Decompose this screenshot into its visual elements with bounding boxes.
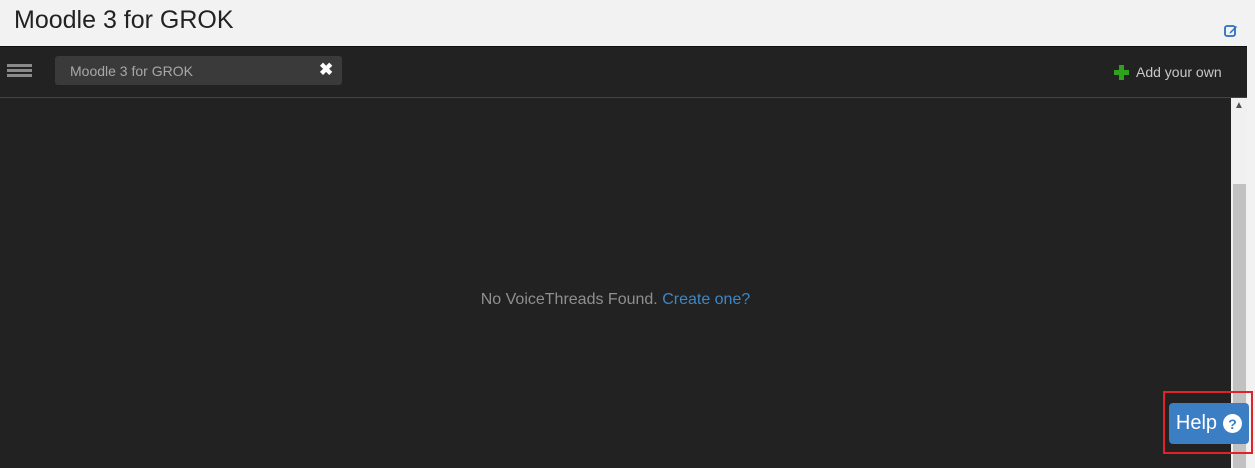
add-your-own-label: Add your own: [1136, 64, 1222, 80]
search-filter[interactable]: Moodle 3 for GROK ✖: [55, 56, 342, 85]
help-button-label: Help: [1175, 412, 1218, 434]
empty-state-text: No VoiceThreads Found.: [480, 291, 658, 308]
question-circle-icon: ?: [1223, 414, 1243, 433]
empty-state-message: No VoiceThreads Found. Create one?: [0, 291, 1231, 309]
plus-icon: [1114, 64, 1129, 80]
page-title: Moodle 3 for GROK: [14, 6, 234, 34]
toolbar: Moodle 3 for GROK ✖ Add your own: [0, 46, 1247, 98]
close-icon[interactable]: ✖: [319, 61, 333, 78]
search-filter-value: Moodle 3 for GROK: [70, 63, 193, 79]
voicethread-list-area: No VoiceThreads Found. Create one?: [0, 98, 1231, 468]
page-header: Moodle 3 for GROK: [0, 0, 1255, 46]
edit-icon[interactable]: [1224, 24, 1238, 38]
add-your-own-button[interactable]: Add your own: [1114, 62, 1222, 82]
help-button[interactable]: Help ?: [1169, 403, 1249, 444]
scroll-up-arrow-icon[interactable]: ▲: [1231, 98, 1247, 114]
create-one-link[interactable]: Create one?: [662, 291, 750, 308]
page: Moodle 3 for GROK Moodle 3 for GROK ✖ Ad…: [0, 0, 1255, 468]
hamburger-menu-icon[interactable]: [7, 64, 32, 78]
